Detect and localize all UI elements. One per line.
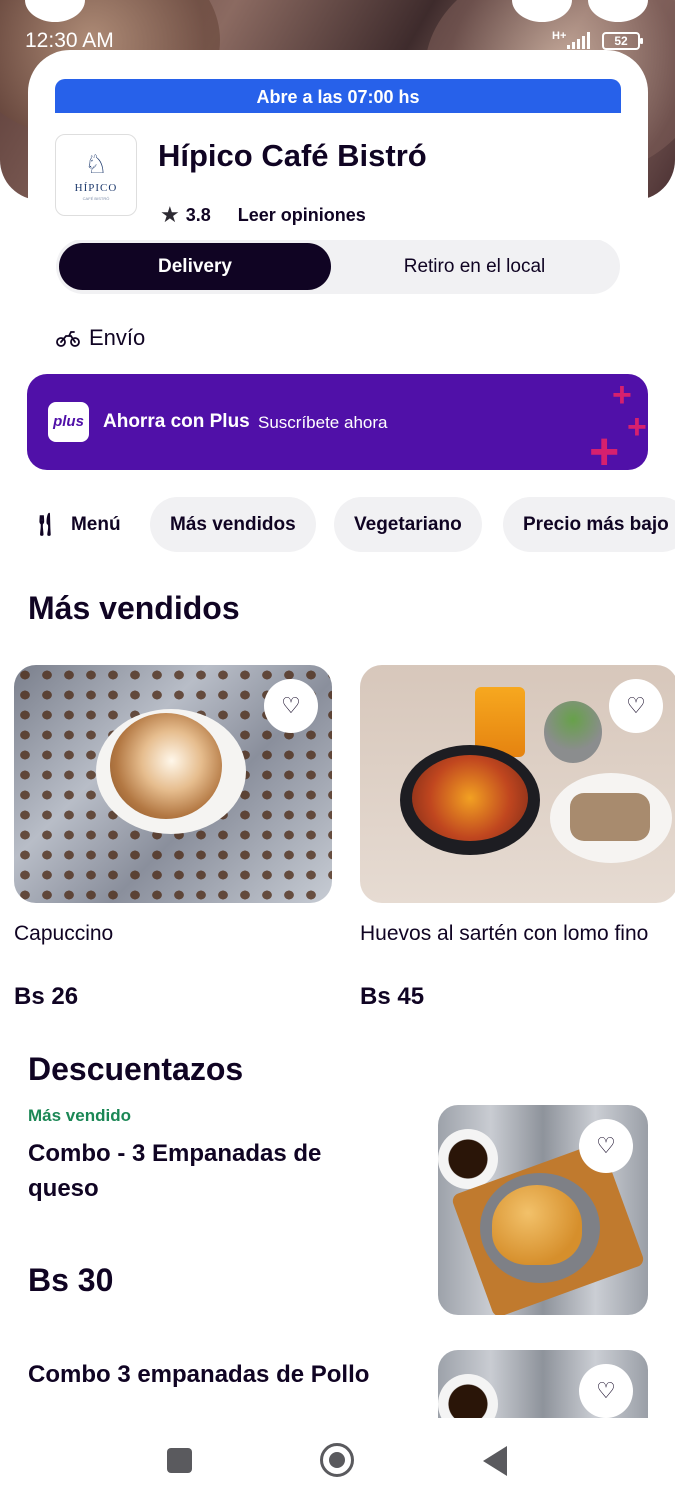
discount-item-price: Bs 30 [28, 1262, 114, 1298]
signal-icon [567, 32, 590, 49]
product-card[interactable]: ♡ Capuccino Bs 26 [14, 665, 332, 1011]
plus-title: Ahorra con Plus [103, 411, 250, 432]
rating-row: ★ 3.8 Leer opiniones [160, 202, 366, 228]
delivery-tab[interactable]: Delivery [59, 243, 331, 290]
logo-subtext: CAFÉ BISTRÓ [82, 195, 110, 201]
store-info-card: Abre a las 07:00 hs ♘ HÍPICO CAFÉ BISTRÓ… [28, 50, 648, 240]
status-time: 12:30 AM [25, 29, 114, 52]
rating-value: 3.8 [185, 204, 211, 225]
plus-badge: plus [48, 402, 89, 442]
chip-lowest-price[interactable]: Precio más bajo [503, 497, 675, 552]
pickup-tab[interactable]: Retiro en el local [332, 243, 617, 290]
discount-item[interactable]: Más vendido Combo - 3 Empanadas de queso… [28, 1106, 388, 1299]
fork-knife-icon: 🍴︎ [31, 512, 59, 537]
store-name: Hípico Café Bistró [158, 138, 427, 173]
menu-filter-row: 🍴︎ Menú Más vendidos Vegetariano Precio … [0, 497, 675, 553]
plus-subscribe-link[interactable]: Suscríbete ahora [258, 413, 387, 433]
system-navigation-bar [0, 1418, 675, 1500]
network-type: H+ [552, 30, 567, 42]
motorcycle-icon [56, 331, 80, 347]
product-price: Bs 45 [360, 983, 425, 1010]
back-icon[interactable] [483, 1446, 507, 1476]
product-name: Huevos al sartén con lomo fino [360, 922, 649, 945]
recent-apps-icon[interactable] [167, 1448, 192, 1473]
discounts-title: Descuentazos [28, 1051, 244, 1087]
capuccino-image: ♡ [14, 665, 332, 903]
empanadas-pollo-image[interactable]: ♡ [438, 1350, 648, 1418]
discount-item-name: Combo 3 empanadas de Pollo [28, 1361, 370, 1388]
best-sellers-title: Más vendidos [28, 590, 240, 626]
plus-decoration-icon: + [627, 408, 647, 446]
heart-icon[interactable]: ♡ [264, 679, 318, 733]
status-bar: 12:30 AM H+ 52 [0, 0, 675, 52]
store-logo: ♘ HÍPICO CAFÉ BISTRÓ [55, 134, 137, 216]
menu-label: Menú [70, 514, 121, 535]
empanadas-queso-image[interactable]: ♡ [438, 1105, 648, 1315]
heart-icon[interactable]: ♡ [579, 1364, 633, 1418]
chip-vegetarian[interactable]: Vegetariano [334, 497, 482, 552]
plus-subscription-banner[interactable]: plus Ahorra con Plus Suscríbete ahora + … [27, 374, 648, 470]
heart-icon[interactable]: ♡ [609, 679, 663, 733]
heart-icon[interactable]: ♡ [579, 1119, 633, 1173]
star-icon: ★ [160, 202, 180, 227]
best-seller-tag: Más vendido [28, 1106, 131, 1125]
product-card[interactable]: ♡ Huevos al sartén con lomo fino Bs 45 [360, 665, 675, 1011]
logo-text: HÍPICO [74, 181, 118, 194]
delivery-mode-toggle: Delivery Retiro en el local [56, 239, 620, 294]
product-name: Capuccino [14, 922, 114, 945]
menu-button[interactable]: 🍴︎ Menú [31, 512, 121, 538]
shipping-info[interactable]: Envío [56, 325, 145, 351]
plus-decoration-icon: + [589, 423, 620, 470]
product-price: Bs 26 [14, 983, 79, 1010]
discount-item[interactable]: Combo 3 empanadas de Pollo [28, 1357, 428, 1392]
shipping-label: Envío [89, 325, 146, 350]
read-reviews-link[interactable]: Leer opiniones [238, 205, 366, 226]
discount-item-name: Combo - 3 Empanadas de queso [28, 1140, 322, 1202]
battery-icon: 52 [602, 32, 643, 50]
huevos-image: ♡ [360, 665, 675, 903]
horse-logo-icon: ♘ [84, 148, 108, 179]
home-icon[interactable] [320, 1443, 354, 1477]
chip-best-sellers[interactable]: Más vendidos [150, 497, 316, 552]
opening-hours-banner: Abre a las 07:00 hs [55, 79, 621, 113]
